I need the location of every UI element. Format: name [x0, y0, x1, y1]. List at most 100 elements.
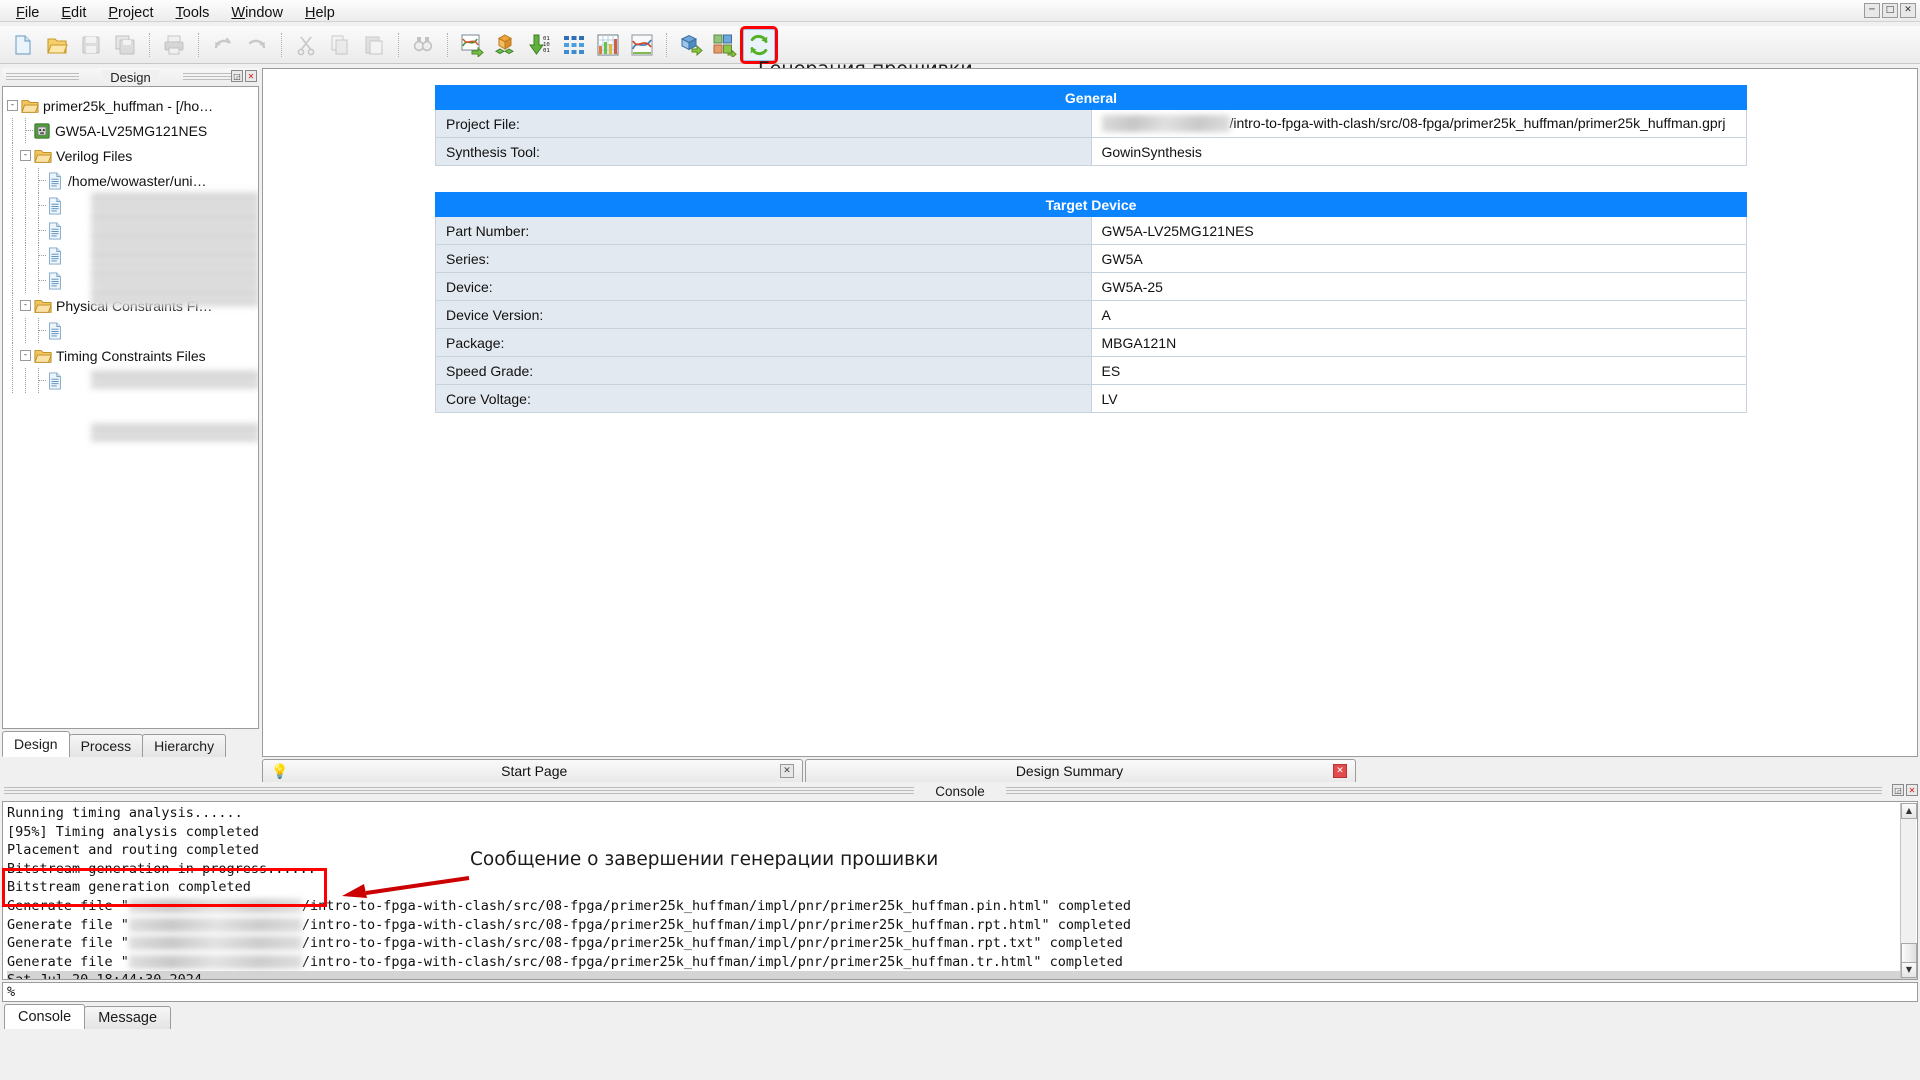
console-output[interactable]: Running timing analysis...... [95%] Timi…	[2, 801, 1918, 980]
console-dock: Console ◲ ✕ Running timing analysis.....…	[0, 782, 1920, 1032]
verilog-file-icon	[49, 196, 61, 215]
tree-line	[33, 318, 46, 343]
tab-label: Console	[18, 1009, 72, 1025]
verilog-file-icon	[49, 246, 61, 265]
tree-item-verilog-files[interactable]: - Verilog Files	[7, 143, 258, 168]
console-tab-bar: Console Message	[4, 1004, 172, 1029]
timing-analyzer-icon[interactable]	[626, 29, 658, 61]
tree-item-device[interactable]: GW5A-LV25MG121NES	[7, 118, 258, 143]
tab-design[interactable]: Design	[2, 731, 70, 757]
redo-icon[interactable]	[241, 29, 273, 61]
tree-line	[20, 368, 33, 393]
undo-icon[interactable]	[207, 29, 239, 61]
tree-line	[20, 193, 33, 218]
float-icon[interactable]: ◲	[231, 70, 243, 82]
maximize-button[interactable]: □	[1882, 3, 1898, 18]
close-icon[interactable]: ✕	[1906, 784, 1918, 796]
float-icon[interactable]: ◲	[1892, 784, 1904, 796]
application-window: ─ □ ✕ File Edit Project Tools Window Hel…	[0, 0, 1920, 1080]
minimize-button[interactable]: ─	[1864, 3, 1880, 18]
row-key: Speed Grade:	[435, 356, 1092, 385]
redacted-path-prefix	[1101, 115, 1230, 133]
generate-bitstream-icon[interactable]	[740, 25, 778, 64]
tree-line	[20, 118, 33, 143]
console-line-prefix: Generate file "	[7, 916, 129, 933]
tab-hierarchy[interactable]: Hierarchy	[142, 734, 227, 757]
close-button[interactable]: ✕	[1900, 3, 1916, 18]
scroll-down-icon[interactable]: ▼	[1901, 962, 1917, 978]
target-device-table: Target Device Part Number: GW5A-LV25MG12…	[435, 192, 1747, 413]
row-value: /intro-to-fpga-with-clash/src/08-fpga/pr…	[1090, 109, 1747, 138]
menu-window[interactable]: Window	[221, 2, 293, 24]
row-value: A	[1090, 300, 1747, 329]
tree-item-project[interactable]: - primer25k_huffman - [/ho…	[7, 93, 258, 118]
print-icon[interactable]	[158, 29, 190, 61]
menu-edit[interactable]: Edit	[51, 2, 96, 24]
general-table: General Project File: /intro-to-fpga-wit…	[435, 85, 1747, 166]
tab-start-page[interactable]: 💡 Start Page ✕	[262, 759, 803, 782]
menu-file[interactable]: File	[6, 2, 49, 24]
copy-icon[interactable]	[324, 29, 356, 61]
tree-item-file[interactable]: /home/wowaster/uni…	[7, 168, 258, 193]
find-icon[interactable]	[407, 29, 439, 61]
console-scrollbar[interactable]: ▲ ▼	[1900, 803, 1917, 978]
tree-line	[20, 318, 33, 343]
tree-toggle[interactable]: -	[7, 100, 18, 111]
tab-close-icon[interactable]: ✕	[780, 764, 794, 778]
design-dock-title-text: Design	[102, 69, 159, 85]
place-route-icon[interactable]	[709, 29, 741, 61]
toolbar-separator	[277, 32, 286, 58]
design-tree[interactable]: - primer25k_huffman - [/ho… GW5A-LV25MG1…	[2, 86, 259, 729]
floorplanner-icon[interactable]	[558, 29, 590, 61]
console-line-prefix: Generate file "	[7, 897, 129, 914]
design-summary-view: General Project File: /intro-to-fpga-wit…	[262, 68, 1918, 757]
tab-console[interactable]: Console	[4, 1004, 86, 1029]
tab-process[interactable]: Process	[68, 734, 144, 757]
tree-toggle[interactable]: -	[20, 350, 31, 361]
tree-item-label: Verilog Files	[56, 147, 133, 164]
tree-item-file[interactable]	[7, 318, 258, 343]
row-key: Project File:	[435, 109, 1092, 138]
ip-core-icon[interactable]	[490, 29, 522, 61]
menu-project[interactable]: Project	[98, 2, 163, 24]
console-prompt-input[interactable]: %	[2, 982, 1918, 1002]
cut-icon[interactable]	[290, 29, 322, 61]
table-row: Package: MBGA121N	[435, 328, 1747, 357]
row-value: ES	[1090, 356, 1747, 385]
tree-line	[20, 268, 33, 293]
paste-icon[interactable]	[358, 29, 390, 61]
tree-line	[7, 368, 20, 393]
tab-design-summary[interactable]: Design Summary ✕	[805, 759, 1356, 782]
table-row: Device: GW5A-25	[435, 272, 1747, 301]
menu-help[interactable]: Help	[295, 2, 345, 24]
timing-table-icon[interactable]	[592, 29, 624, 61]
tree-toggle[interactable]: -	[20, 150, 31, 161]
tree-item-label: GW5A-LV25MG121NES	[55, 122, 208, 139]
console-line-suffix: /intro-to-fpga-with-clash/src/08-fpga/pr…	[301, 935, 1123, 952]
tree-item-timing-constraints[interactable]: - Timing Constraints Files	[7, 343, 258, 368]
row-value: GowinSynthesis	[1090, 137, 1747, 166]
svg-text:01: 01	[543, 48, 550, 54]
synthesize-icon[interactable]	[456, 29, 488, 61]
design-dock: Design ◲ ✕ - primer25k_huffman - [/ho… G…	[2, 68, 259, 757]
tab-message[interactable]: Message	[84, 1006, 172, 1029]
download-bitstream-icon[interactable]: 01 10 01	[524, 29, 556, 61]
tree-toggle[interactable]: -	[20, 300, 31, 311]
tab-close-icon[interactable]: ✕	[1333, 764, 1347, 778]
project-folder-icon	[21, 99, 39, 113]
close-icon[interactable]: ✕	[245, 70, 257, 82]
save-icon[interactable]	[75, 29, 107, 61]
scroll-up-icon[interactable]: ▲	[1901, 803, 1917, 819]
row-value: MBGA121N	[1090, 328, 1747, 357]
save-all-icon[interactable]	[109, 29, 141, 61]
menu-tools[interactable]: Tools	[166, 2, 220, 24]
tree-line	[7, 118, 20, 143]
open-folder-icon[interactable]	[41, 29, 73, 61]
redacted-file-path	[91, 422, 258, 442]
design-dock-title: Design ◲ ✕	[2, 68, 259, 86]
package-icon[interactable]	[675, 29, 707, 61]
tab-label: Design	[14, 736, 58, 752]
console-line: [95%] Timing analysis completed	[7, 823, 259, 840]
console-dock-title: Console ◲ ✕	[0, 782, 1920, 801]
new-file-icon[interactable]	[7, 29, 39, 61]
